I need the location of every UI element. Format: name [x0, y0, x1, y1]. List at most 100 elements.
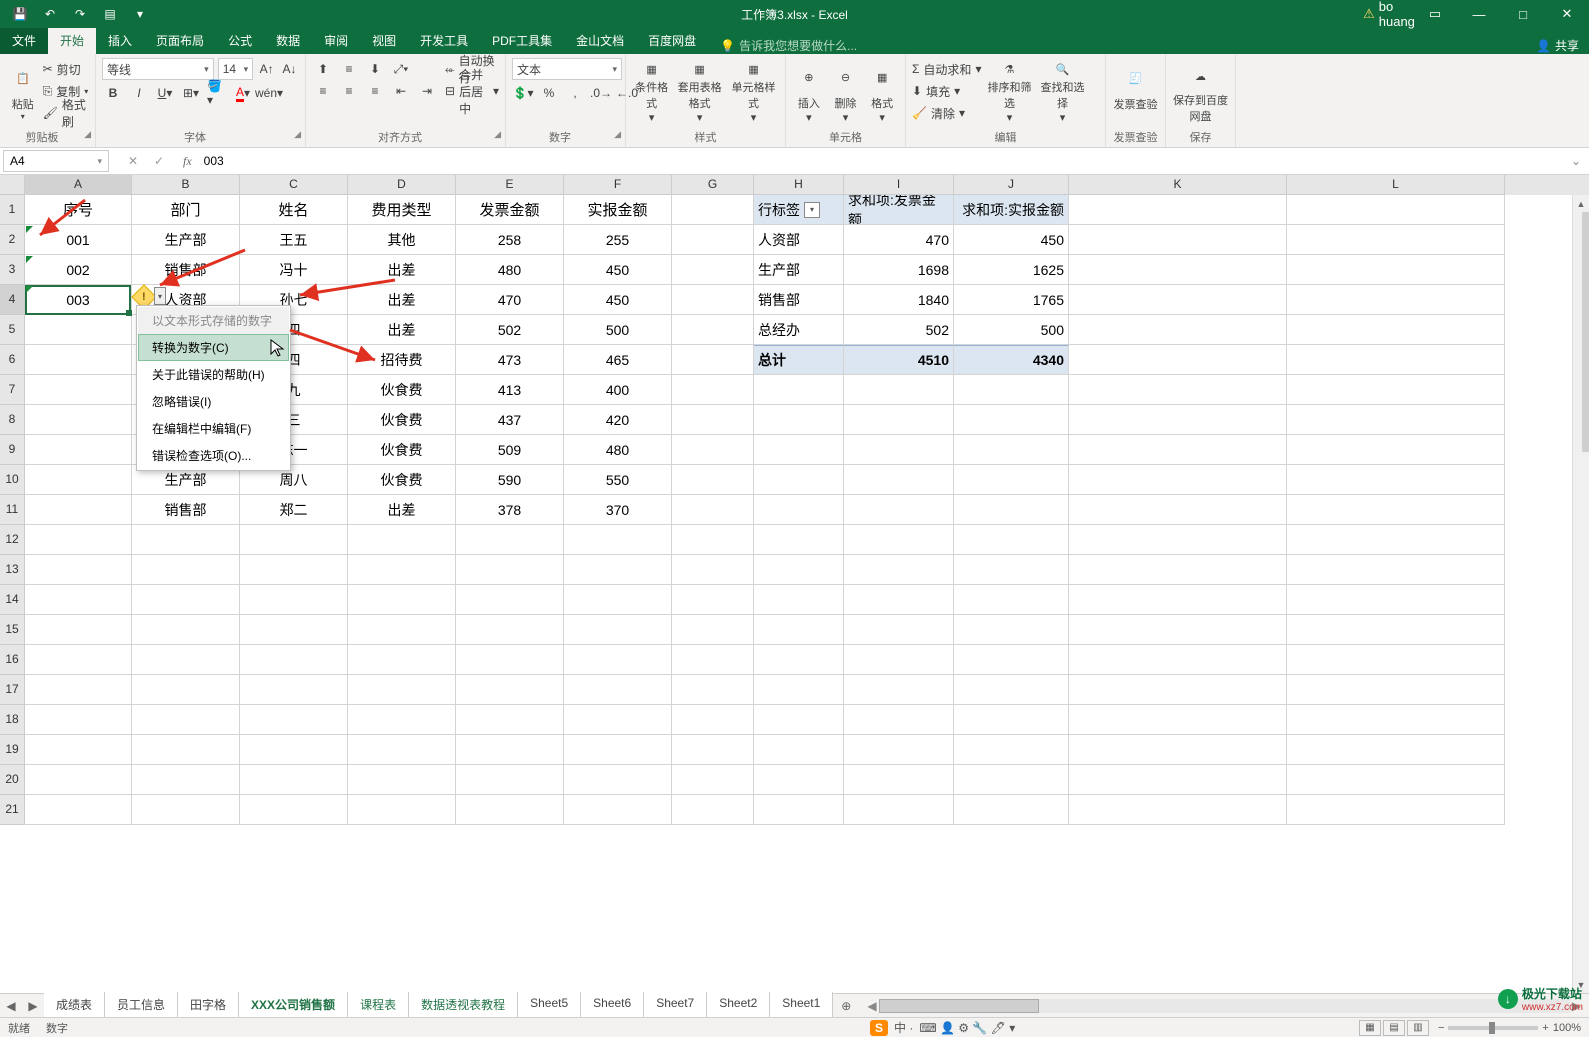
cell[interactable] — [348, 555, 456, 585]
cell[interactable]: 590 — [456, 465, 564, 495]
cell[interactable]: 序号 — [25, 195, 132, 225]
paste-button[interactable]: 📋粘贴▾ — [6, 58, 40, 124]
cell[interactable] — [456, 735, 564, 765]
cell[interactable] — [348, 525, 456, 555]
orientation-icon[interactable]: ⤢▾ — [390, 58, 412, 80]
align-top-icon[interactable]: ⬆ — [312, 58, 334, 80]
cell[interactable]: 销售部 — [132, 255, 240, 285]
cell[interactable] — [348, 735, 456, 765]
zoom-in-icon[interactable]: + — [1542, 1022, 1548, 1034]
cell[interactable] — [1287, 315, 1505, 345]
row-header[interactable]: 18 — [0, 705, 25, 735]
cell[interactable]: 450 — [564, 255, 672, 285]
border-icon[interactable]: ⊞▾ — [180, 82, 202, 104]
cell[interactable] — [1287, 225, 1505, 255]
cell[interactable] — [954, 495, 1069, 525]
cell[interactable] — [25, 645, 132, 675]
cell[interactable]: 出差 — [348, 255, 456, 285]
cell[interactable] — [672, 795, 754, 825]
column-header[interactable]: A — [25, 175, 132, 195]
cell[interactable]: 求和项:实报金额 — [954, 195, 1069, 225]
cell[interactable] — [1287, 285, 1505, 315]
pivot-filter-icon[interactable]: ▾ — [804, 202, 820, 218]
cell[interactable] — [25, 675, 132, 705]
cell[interactable] — [672, 585, 754, 615]
cell[interactable] — [954, 585, 1069, 615]
cell[interactable] — [844, 375, 954, 405]
cell[interactable] — [1069, 795, 1287, 825]
cell[interactable] — [564, 735, 672, 765]
cell[interactable]: 销售部 — [132, 495, 240, 525]
cell[interactable]: 413 — [456, 375, 564, 405]
cell[interactable] — [1287, 585, 1505, 615]
decrease-font-icon[interactable]: A↓ — [280, 58, 299, 80]
cell[interactable] — [240, 735, 348, 765]
add-sheet-button[interactable]: ⊕ — [833, 999, 859, 1013]
cell[interactable] — [672, 465, 754, 495]
cell[interactable] — [672, 345, 754, 375]
invoice-check-button[interactable]: 🧾发票查验 — [1112, 58, 1159, 124]
tell-me[interactable]: 💡 告诉我您想要做什么... — [720, 37, 857, 54]
column-header[interactable]: B — [132, 175, 240, 195]
indent-decrease-icon[interactable]: ⇤ — [390, 80, 412, 102]
cell[interactable] — [132, 795, 240, 825]
tab-nav-prev-icon[interactable]: ◀ — [0, 999, 22, 1013]
vertical-scrollbar[interactable]: ▲ ▼ — [1572, 195, 1589, 993]
cell[interactable]: 其他 — [348, 225, 456, 255]
column-header[interactable]: C — [240, 175, 348, 195]
redo-icon[interactable]: ↷ — [68, 3, 92, 25]
comma-icon[interactable]: , — [564, 82, 586, 104]
tab-file[interactable]: 文件 — [0, 27, 48, 54]
menu-error-help[interactable]: 关于此错误的帮助(H) — [138, 361, 289, 388]
cell[interactable] — [348, 795, 456, 825]
tab-data[interactable]: 数据 — [264, 27, 312, 54]
cell[interactable] — [672, 435, 754, 465]
cell[interactable] — [1069, 465, 1287, 495]
worksheet-grid[interactable]: ABCDEFGHIJKL 1序号部门姓名费用类型发票金额实报金额行标签▾求和项:… — [0, 175, 1589, 1022]
cell[interactable] — [456, 585, 564, 615]
cell[interactable] — [564, 795, 672, 825]
tab-home[interactable]: 开始 — [48, 27, 96, 54]
sheet-tab[interactable]: Sheet6 — [581, 992, 644, 1019]
row-header[interactable]: 20 — [0, 765, 25, 795]
cell[interactable] — [754, 765, 844, 795]
increase-decimal-icon[interactable]: .0→ — [590, 82, 612, 104]
cell[interactable] — [240, 795, 348, 825]
cell[interactable] — [844, 465, 954, 495]
cell[interactable] — [754, 495, 844, 525]
cell[interactable]: 001 — [25, 225, 132, 255]
scrollbar-thumb[interactable] — [1582, 212, 1589, 452]
cell[interactable] — [1069, 285, 1287, 315]
cell[interactable]: 行标签▾ — [754, 195, 844, 225]
cell[interactable] — [1287, 675, 1505, 705]
cell[interactable] — [672, 765, 754, 795]
ime-icon[interactable]: 中 · — [894, 1019, 913, 1036]
cell[interactable] — [348, 645, 456, 675]
cell[interactable] — [1287, 345, 1505, 375]
column-header[interactable]: D — [348, 175, 456, 195]
cell[interactable] — [754, 405, 844, 435]
cell[interactable] — [1287, 495, 1505, 525]
cell[interactable] — [754, 465, 844, 495]
cell[interactable] — [132, 555, 240, 585]
indent-increase-icon[interactable]: ⇥ — [416, 80, 438, 102]
name-box[interactable]: A4▾ — [3, 150, 109, 172]
row-header[interactable]: 1 — [0, 195, 25, 225]
cell[interactable] — [844, 615, 954, 645]
view-page-break-icon[interactable]: ▥ — [1407, 1020, 1429, 1036]
sheet-tab[interactable]: XXX公司销售额 — [239, 992, 348, 1019]
cell[interactable] — [954, 465, 1069, 495]
cell[interactable] — [348, 585, 456, 615]
cell[interactable] — [1069, 405, 1287, 435]
cell[interactable] — [564, 645, 672, 675]
column-header[interactable]: L — [1287, 175, 1505, 195]
cell[interactable] — [25, 315, 132, 345]
cell[interactable]: 400 — [564, 375, 672, 405]
row-header[interactable]: 8 — [0, 405, 25, 435]
number-dialog-icon[interactable]: ◢ — [614, 129, 621, 140]
cell[interactable]: 480 — [564, 435, 672, 465]
menu-edit-formula-bar[interactable]: 在编辑栏中编辑(F) — [138, 415, 289, 442]
cell[interactable] — [240, 585, 348, 615]
cell[interactable] — [132, 675, 240, 705]
cell[interactable] — [1069, 585, 1287, 615]
